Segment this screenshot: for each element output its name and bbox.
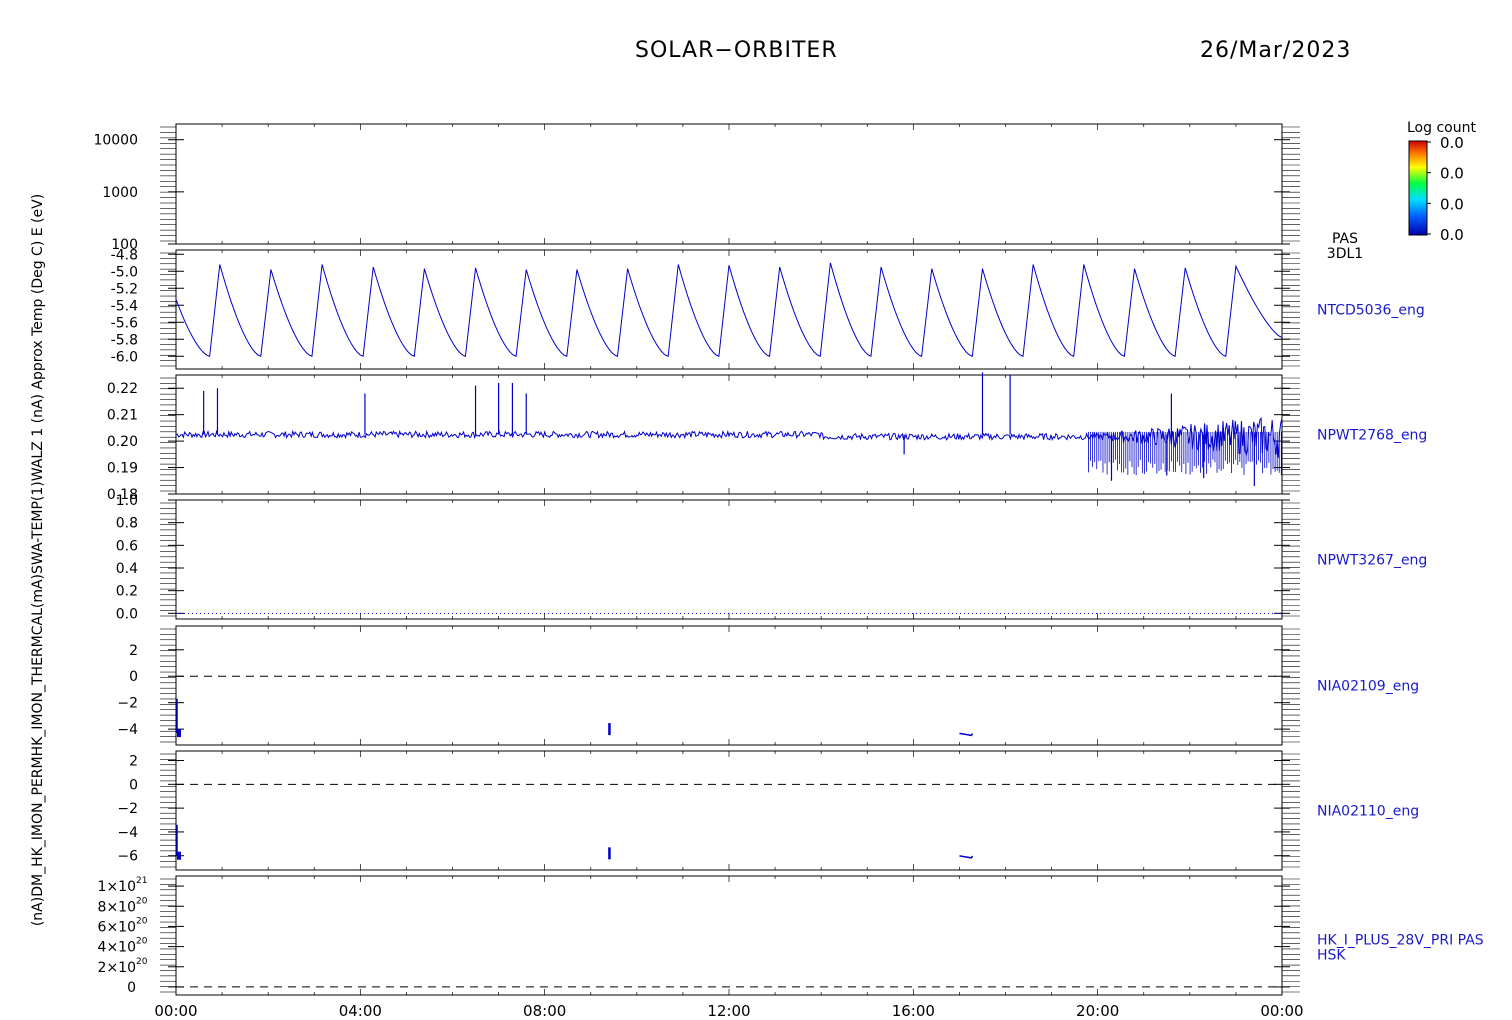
series-event xyxy=(959,855,974,859)
panel-right-label: NIA02109_eng xyxy=(1317,679,1419,695)
plot-frame xyxy=(175,750,1283,871)
panel-PAS 3DL1: 100100010000PAS3DL1 xyxy=(93,123,1363,262)
y-tick-label: 0 xyxy=(127,980,136,996)
y-tick-exponent: 20 xyxy=(136,896,148,906)
stacked-timeseries-figure: 100100010000PAS3DL1-4.8-5.0-5.2-5.4-5.6-… xyxy=(30,120,1484,1020)
y-tick-label: -5.0 xyxy=(111,264,138,280)
x-tick-label: 12:00 xyxy=(707,1002,750,1020)
panel-HK_I_PLUS_28V_PRI PAS HSK: 02×10 204×10 206×10 208×10 201×10 21HK_I_PLUS… xyxy=(98,875,1484,996)
x-tick-label: 20:00 xyxy=(1076,1002,1119,1020)
y-tick-exponent: 20 xyxy=(136,957,148,967)
panel-right-label: NTCD5036_eng xyxy=(1317,303,1425,319)
panel-NPWT2768_eng: 0.180.190.200.210.22NPWT2768_eng xyxy=(107,372,1427,503)
y-tick-label: 0.22 xyxy=(107,381,138,397)
y-tick-exponent: 21 xyxy=(136,876,147,886)
x-tick-label: 00:00 xyxy=(154,1002,197,1020)
y-tick-label: −6 xyxy=(117,849,138,865)
y-tick-label: 8×10 xyxy=(98,899,136,915)
y-tick-label: -5.4 xyxy=(111,298,138,314)
series-event xyxy=(608,723,611,736)
y-tick-label: -5.2 xyxy=(111,281,138,297)
plot-frame xyxy=(175,625,1283,746)
series-event xyxy=(608,847,611,860)
panel-NPWT3267_eng: 0.0 0.2 0.4 0.6 0.8 1.0 NPWT3267_eng xyxy=(116,493,1428,622)
series-line xyxy=(175,416,1283,458)
panel-right-label: NIA02110_eng xyxy=(1317,804,1419,820)
series-event xyxy=(177,851,181,860)
y-tick-exponent: 20 xyxy=(136,916,148,926)
plot-frame xyxy=(175,875,1283,996)
y-tick-label: 0.21 xyxy=(107,408,138,424)
y-tick-label: 1.0 xyxy=(116,493,138,509)
panel-NTCD5036_eng: -4.8-5.0-5.2-5.4-5.6-5.8-6.0 NTCD5036_eng xyxy=(111,247,1425,370)
panel-NIA02110_eng: 2 0 −2 −4 −6 NIA02110_eng xyxy=(117,750,1419,871)
y-tick-label: 2 xyxy=(129,754,138,770)
y-tick-label: 2×10 xyxy=(98,960,136,976)
colorbar xyxy=(1408,140,1428,236)
x-tick-label: 00:00 xyxy=(1260,1002,1303,1020)
y-tick-label: −4 xyxy=(117,825,138,841)
y-tick-label: -4.8 xyxy=(111,247,138,263)
y-tick-label: 0.2 xyxy=(116,584,138,600)
y-tick-label: 0.4 xyxy=(116,561,138,577)
y-tick-label: 1000 xyxy=(102,185,138,201)
y-tick-label: 0.6 xyxy=(116,538,138,554)
y-tick-label: 0.19 xyxy=(107,461,138,477)
y-tick-label: 0.0 xyxy=(116,606,138,622)
plot-frame xyxy=(175,123,1283,245)
colorbar-tick-label: 0.0 xyxy=(1440,165,1464,183)
y-tick-label: 10000 xyxy=(93,133,138,149)
y-tick-exponent: 20 xyxy=(136,937,148,947)
y-tick-label: 0 xyxy=(129,777,138,793)
series-line xyxy=(175,262,1283,358)
x-tick-label: 04:00 xyxy=(339,1002,382,1020)
panel-right-label: NPWT2768_eng xyxy=(1317,428,1427,444)
series-event xyxy=(177,729,181,738)
panel-right-label: 3DL1 xyxy=(1327,246,1363,262)
colorbar-tick-label: 0.0 xyxy=(1440,134,1464,152)
y-tick-label: −2 xyxy=(117,696,138,712)
left-axis-label-text: (nA)DM_HK_IMON_PERMHK_IMON_THERMCAL(mA)S… xyxy=(30,194,46,926)
y-tick-label: 4×10 xyxy=(98,940,136,956)
panel-NIA02109_eng: 2 0 −2 −4 NIA02109_eng xyxy=(117,625,1419,746)
y-tick-label: 6×10 xyxy=(98,919,136,935)
left-axis-label: (nA)DM_HK_IMON_PERMHK_IMON_THERMCAL(mA)S… xyxy=(30,194,46,926)
panel-right-label: PAS xyxy=(1332,231,1358,247)
y-tick-label: 1×10 xyxy=(98,879,136,895)
y-tick-label: -5.6 xyxy=(111,315,138,331)
y-tick-label: 0.8 xyxy=(116,516,138,532)
x-tick-label: 16:00 xyxy=(892,1002,935,1020)
y-tick-label: -6.0 xyxy=(111,349,138,365)
y-tick-label: −2 xyxy=(117,801,138,817)
panel-right-label: NPWT3267_eng xyxy=(1317,553,1427,569)
y-tick-label: 0.20 xyxy=(107,434,138,450)
x-tick-label: 08:00 xyxy=(523,1002,566,1020)
colorbar-tick-label: 0.0 xyxy=(1440,195,1464,213)
panel-right-label: HSK xyxy=(1317,948,1346,964)
series-event xyxy=(959,732,974,737)
y-tick-label: −4 xyxy=(117,722,138,738)
y-tick-label: -5.8 xyxy=(111,332,138,348)
plot-frame xyxy=(175,499,1283,620)
y-tick-label: 0 xyxy=(129,669,138,685)
colorbar-tick-label: 0.0 xyxy=(1440,226,1464,244)
y-tick-label: 2 xyxy=(129,643,138,659)
panel-right-label: HK_I_PLUS_28V_PRI PAS xyxy=(1317,933,1484,949)
